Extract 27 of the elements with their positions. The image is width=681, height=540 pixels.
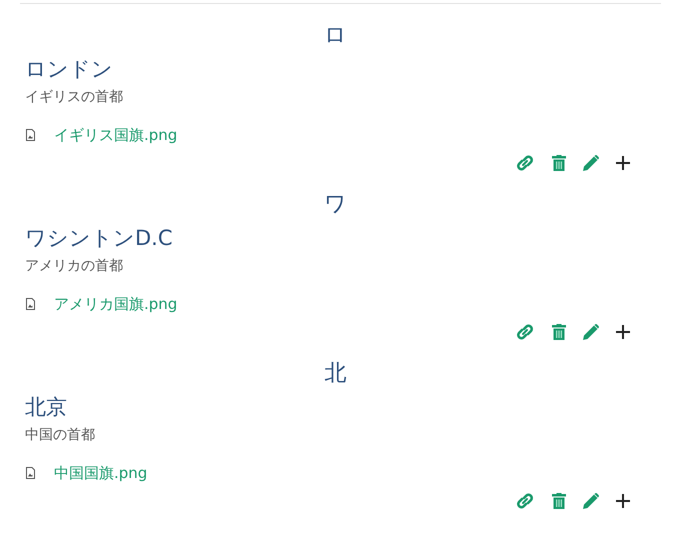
link-icon[interactable]	[515, 324, 535, 340]
link-icon[interactable]	[515, 493, 535, 509]
entry-description: 中国の首都	[25, 426, 96, 445]
entry-title: 北京	[25, 394, 68, 421]
entry-description: イギリスの首都	[25, 88, 124, 107]
file-link[interactable]: アメリカ国旗.png	[54, 294, 178, 314]
entry-title: ワシントンD.C	[25, 225, 174, 252]
file-icon	[26, 467, 35, 479]
file-link[interactable]: イギリス国旗.png	[54, 126, 178, 144]
entry-title: ロンドン	[25, 56, 114, 83]
trash-icon[interactable]	[552, 155, 566, 171]
pencil-icon[interactable]	[583, 493, 599, 509]
pencil-icon[interactable]	[583, 324, 599, 340]
file-link[interactable]: 中国国旗.png	[54, 464, 148, 482]
file-icon	[26, 129, 35, 141]
entry-description: アメリカの首都	[25, 257, 124, 276]
trash-icon[interactable]	[552, 493, 566, 509]
plus-icon[interactable]	[616, 325, 630, 339]
section-heading: ワ	[323, 191, 348, 219]
section-heading: 北	[324, 360, 348, 388]
link-icon[interactable]	[515, 155, 535, 171]
plus-icon[interactable]	[616, 156, 630, 170]
plus-icon[interactable]	[616, 494, 630, 508]
trash-icon[interactable]	[552, 324, 566, 340]
file-icon	[26, 298, 35, 310]
pencil-icon[interactable]	[583, 155, 599, 171]
section-heading: ロ	[323, 22, 348, 50]
